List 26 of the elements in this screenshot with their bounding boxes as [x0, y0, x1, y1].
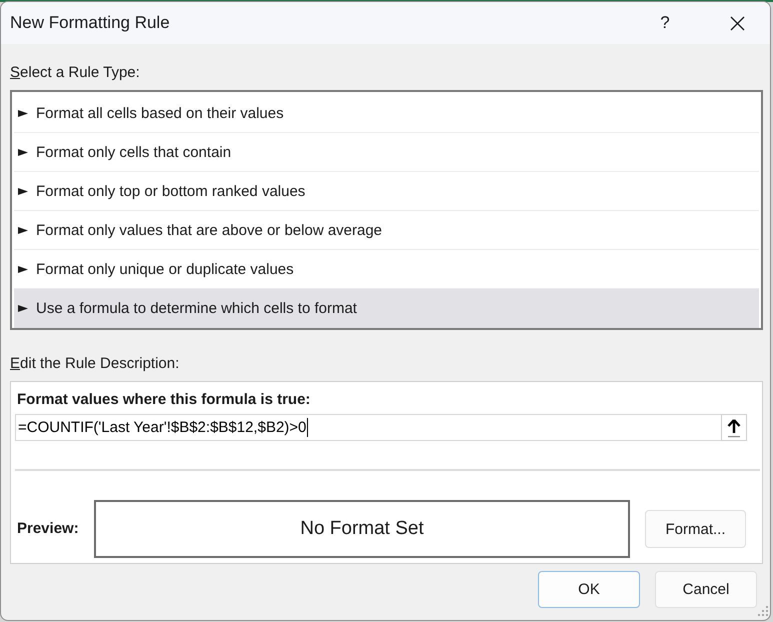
- rule-type-item[interactable]: Use a formula to determine which cells to format: [14, 289, 759, 328]
- section-label: Select a Rule Type:: [10, 63, 140, 83]
- format-button[interactable]: Format...: [645, 510, 746, 548]
- help-button[interactable]: ?: [653, 8, 677, 38]
- right-triangle-icon: [18, 226, 28, 234]
- cancel-button[interactable]: Cancel: [655, 571, 757, 608]
- format-preview: No Format Set: [94, 500, 630, 558]
- formula-label: Format values where this formula is true:: [17, 390, 310, 410]
- formula-field[interactable]: =COUNTIF('Last Year'!$B$2:$B$12,$B2)>0: [15, 414, 721, 441]
- right-triangle-icon: [18, 305, 28, 312]
- ok-button[interactable]: OK: [538, 571, 640, 608]
- collapse-dialog-button[interactable]: [721, 414, 747, 441]
- section-label: Edit the Rule Description:: [10, 354, 180, 374]
- window-title: New Formatting Rule: [10, 13, 171, 33]
- rule-type-item[interactable]: Format only cells that contain: [14, 133, 759, 172]
- resize-grip-icon: [758, 606, 768, 616]
- right-triangle-icon: [18, 266, 28, 272]
- rule-type-item[interactable]: Format only top or bottom ranked values: [14, 172, 759, 211]
- right-triangle-icon: [18, 188, 28, 194]
- close-icon: [730, 16, 744, 30]
- preview-label: Preview:: [17, 520, 79, 537]
- right-triangle-icon: [18, 148, 28, 156]
- rule-type-item[interactable]: Format only values that are above or below average: [14, 211, 759, 250]
- right-triangle-icon: [18, 110, 28, 116]
- up-arrow-icon: [726, 418, 742, 438]
- rule-type-item[interactable]: Format all cells based on their values: [14, 94, 759, 133]
